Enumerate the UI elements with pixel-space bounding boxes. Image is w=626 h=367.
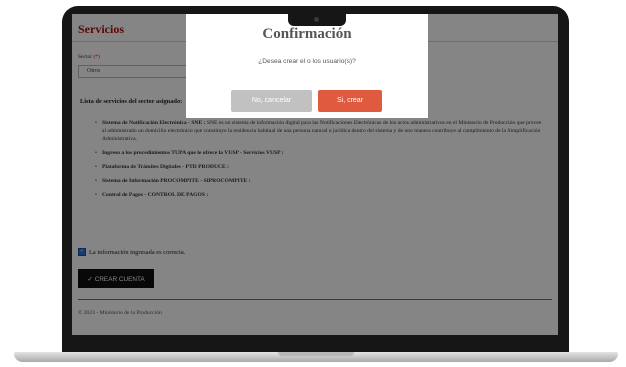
cancel-button[interactable]: No, cancelar bbox=[231, 90, 312, 112]
modal-message: ¿Desea crear el o los usuario(s)? bbox=[258, 58, 356, 65]
camera-notch bbox=[288, 14, 346, 26]
confirmation-modal: Confirmación ¿Desea crear el o los usuar… bbox=[186, 14, 428, 118]
base-notch bbox=[278, 352, 354, 356]
laptop-screen: Servicios Sector (*) Otros Lista de serv… bbox=[72, 14, 558, 335]
confirm-create-button[interactable]: Si, crear bbox=[318, 90, 382, 112]
camera-icon bbox=[314, 17, 319, 22]
modal-title: Confirmación bbox=[262, 26, 352, 42]
laptop-base bbox=[14, 352, 618, 362]
